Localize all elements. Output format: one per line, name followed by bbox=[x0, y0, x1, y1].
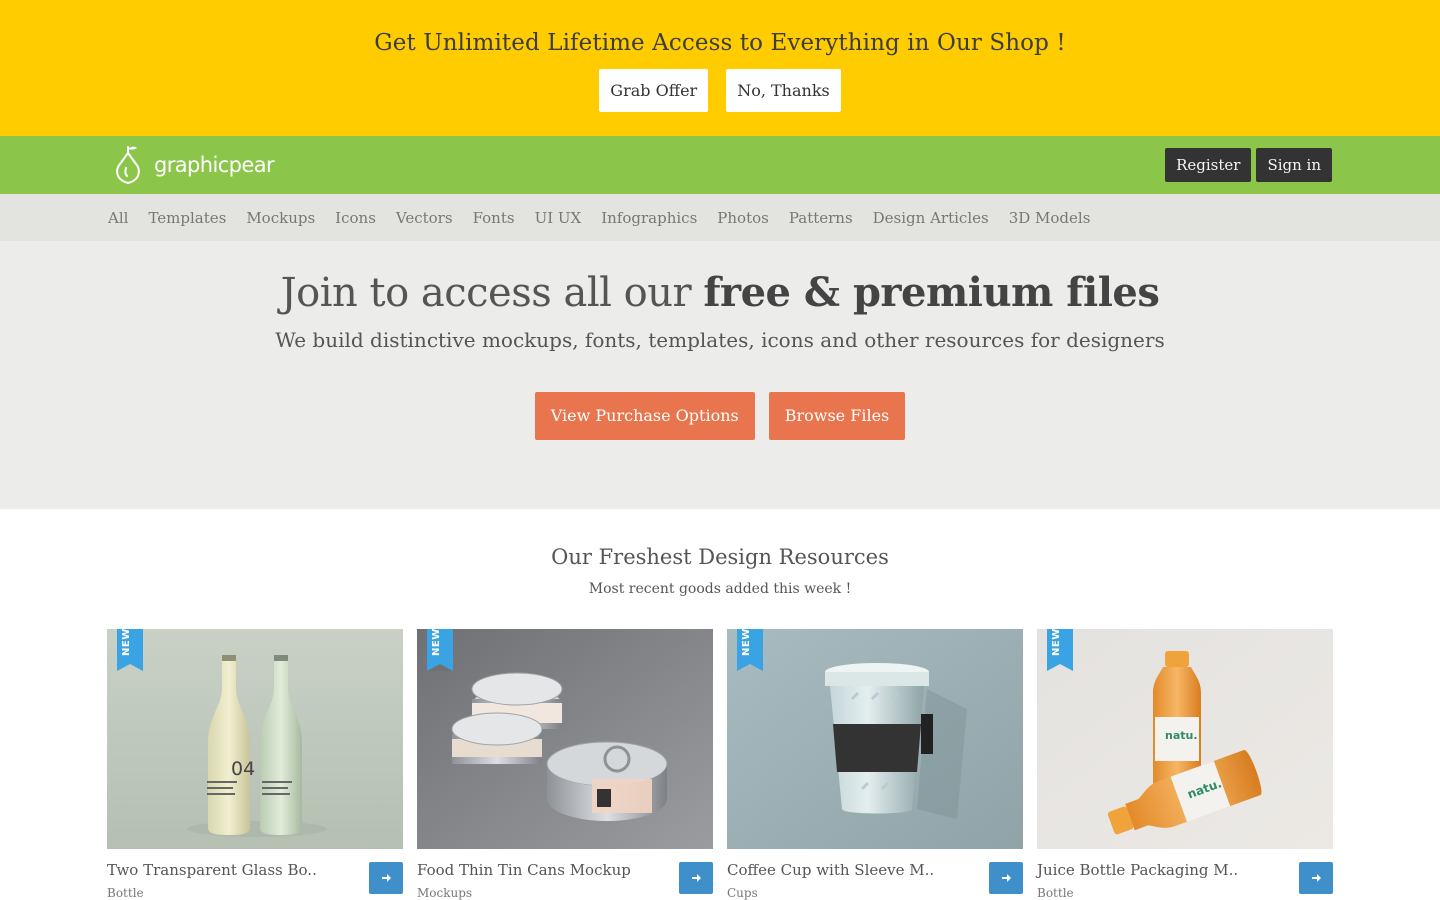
new-badge-label: NEW bbox=[1051, 629, 1062, 656]
view-purchase-options-button[interactable]: View Purchase Options bbox=[534, 392, 755, 440]
open-item-button[interactable] bbox=[989, 862, 1023, 894]
resource-grid: 04 NEW Two Transparent Glass Bo.. Bottle bbox=[0, 629, 1440, 900]
new-badge: NEW bbox=[1047, 629, 1073, 671]
card-meta: Coffee Cup with Sleeve M.. Cups bbox=[727, 861, 1023, 900]
promo-headline: Get Unlimited Lifetime Access to Everyth… bbox=[374, 30, 1066, 56]
auth-actions: Register Sign in bbox=[1165, 148, 1332, 182]
nav-item-infographics[interactable]: Infographics bbox=[601, 209, 697, 227]
hero-section: Join to access all our free & premium fi… bbox=[0, 241, 1440, 509]
tin-cans-image[interactable]: NEW bbox=[417, 629, 713, 849]
hero-title-bold: free & premium files bbox=[703, 269, 1160, 316]
juice-bottles-illustration: natu. natu. bbox=[1037, 629, 1333, 849]
juice-bottles-image[interactable]: natu. natu. NEW bbox=[1037, 629, 1333, 849]
hero-title-light: Join to access all our bbox=[280, 270, 704, 316]
arrow-right-icon bbox=[382, 874, 391, 882]
grab-offer-button[interactable]: Grab Offer bbox=[599, 69, 709, 112]
arrow-right-icon bbox=[692, 874, 701, 882]
new-badge: NEW bbox=[117, 629, 143, 671]
coffee-cup-illustration bbox=[727, 629, 1023, 849]
hero-title: Join to access all our free & premium fi… bbox=[0, 269, 1440, 316]
glass-bottles-illustration: 04 bbox=[107, 629, 403, 849]
glass-bottles-image[interactable]: 04 NEW bbox=[107, 629, 403, 849]
card-title[interactable]: Coffee Cup with Sleeve M.. bbox=[727, 861, 1023, 879]
hero-actions: View Purchase Options Browse Files bbox=[0, 392, 1440, 440]
new-badge-label: NEW bbox=[431, 629, 442, 656]
tin-cans-illustration bbox=[417, 629, 713, 849]
card-title[interactable]: Food Thin Tin Cans Mockup bbox=[417, 861, 713, 879]
nav-item-design-articles[interactable]: Design Articles bbox=[873, 209, 989, 227]
arrow-right-icon bbox=[1002, 874, 1011, 882]
card-title[interactable]: Two Transparent Glass Bo.. bbox=[107, 861, 403, 879]
pear-logo-icon bbox=[116, 146, 140, 185]
open-item-button[interactable] bbox=[679, 862, 713, 894]
fresh-resources-section: Our Freshest Design Resources Most recen… bbox=[0, 509, 1440, 900]
badge-notch bbox=[737, 664, 763, 671]
register-button[interactable]: Register bbox=[1165, 148, 1252, 182]
resource-card: NEW Coffee Cup with Sleeve M.. Cups bbox=[727, 629, 1023, 900]
svg-text:04: 04 bbox=[231, 758, 255, 780]
nav-item-photos[interactable]: Photos bbox=[717, 209, 769, 227]
open-item-button[interactable] bbox=[369, 862, 403, 894]
section-title: Our Freshest Design Resources bbox=[551, 545, 889, 569]
nav-item-fonts[interactable]: Fonts bbox=[473, 209, 515, 227]
new-badge-label: NEW bbox=[741, 629, 752, 656]
new-badge: NEW bbox=[427, 629, 453, 671]
hero-subtitle: We build distinctive mockups, fonts, tem… bbox=[275, 328, 1165, 352]
nav-item-icons[interactable]: Icons bbox=[335, 209, 376, 227]
nav-item-ui-ux[interactable]: UI UX bbox=[535, 209, 582, 227]
card-category[interactable]: Mockups bbox=[417, 886, 713, 900]
sign-in-button[interactable]: Sign in bbox=[1256, 148, 1332, 182]
nav-item-mockups[interactable]: Mockups bbox=[246, 209, 315, 227]
card-meta: Juice Bottle Packaging M.. Bottle bbox=[1037, 861, 1333, 900]
section-subtitle: Most recent goods added this week ! bbox=[588, 581, 852, 597]
logo-wordmark: graphicpear bbox=[154, 153, 275, 177]
promo-actions: Grab Offer No, Thanks bbox=[0, 69, 1440, 112]
card-meta: Food Thin Tin Cans Mockup Mockups bbox=[417, 861, 713, 900]
nav-item-all[interactable]: All bbox=[108, 209, 128, 227]
nav-item-templates[interactable]: Templates bbox=[148, 209, 226, 227]
new-badge: NEW bbox=[737, 629, 763, 671]
card-category[interactable]: Bottle bbox=[107, 886, 403, 900]
logo[interactable]: graphicpear bbox=[108, 144, 275, 186]
new-badge-label: NEW bbox=[121, 629, 132, 656]
open-item-button[interactable] bbox=[1299, 862, 1333, 894]
browse-files-button[interactable]: Browse Files bbox=[768, 392, 906, 440]
card-category[interactable]: Bottle bbox=[1037, 886, 1333, 900]
badge-notch bbox=[1047, 664, 1073, 671]
promo-banner: Get Unlimited Lifetime Access to Everyth… bbox=[0, 0, 1440, 136]
no-thanks-button[interactable]: No, Thanks bbox=[726, 69, 841, 112]
resource-card: 04 NEW Two Transparent Glass Bo.. Bottle bbox=[107, 629, 403, 900]
resource-card: NEW Food Thin Tin Cans Mockup Mockups bbox=[417, 629, 713, 900]
card-meta: Two Transparent Glass Bo.. Bottle bbox=[107, 861, 403, 900]
site-header: graphicpear Register Sign in bbox=[0, 136, 1440, 194]
badge-notch bbox=[117, 664, 143, 671]
card-category[interactable]: Cups bbox=[727, 886, 1023, 900]
nav-item-patterns[interactable]: Patterns bbox=[789, 209, 853, 227]
resource-card: natu. natu. NEW Juice Bottle Packaging M… bbox=[1037, 629, 1333, 900]
svg-text:natu.: natu. bbox=[1165, 729, 1198, 742]
nav-item-3d-models[interactable]: 3D Models bbox=[1009, 209, 1091, 227]
arrow-right-icon bbox=[1312, 874, 1321, 882]
card-title[interactable]: Juice Bottle Packaging M.. bbox=[1037, 861, 1333, 879]
nav-item-vectors[interactable]: Vectors bbox=[396, 209, 453, 227]
category-nav: All Templates Mockups Icons Vectors Font… bbox=[0, 194, 1440, 241]
coffee-cup-image[interactable]: NEW bbox=[727, 629, 1023, 849]
badge-notch bbox=[427, 664, 453, 671]
